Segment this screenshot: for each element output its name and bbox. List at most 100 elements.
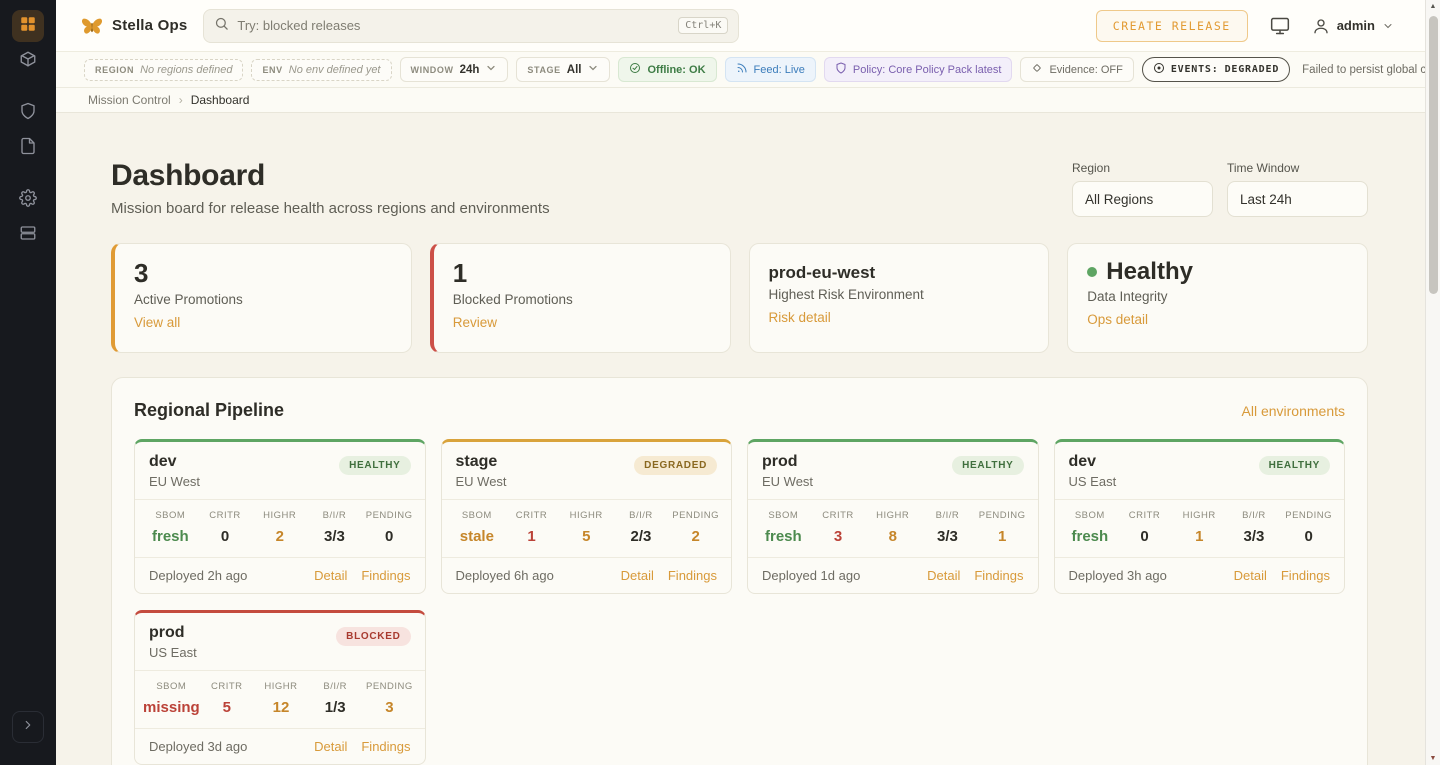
region-context-chip[interactable]: REGION No regions defined xyxy=(84,59,243,81)
findings-link[interactable]: Findings xyxy=(361,739,410,754)
user-menu[interactable]: admin xyxy=(1312,17,1394,35)
shield-icon xyxy=(835,62,847,77)
region-filter-select[interactable]: All Regions xyxy=(1072,181,1213,217)
env-card-dev-us-east: dev US East HEALTHY SBOMfresh CRITR0 HIG… xyxy=(1054,439,1346,594)
env-metrics: SBOMfresh CRITR3 HIGHR8 B/I/R3/3 PENDING… xyxy=(748,499,1038,558)
sidebar-item-releases[interactable] xyxy=(12,45,44,77)
search-input[interactable] xyxy=(237,18,670,33)
search-icon xyxy=(214,16,229,36)
time-window-filter-select[interactable]: Last 24h xyxy=(1227,181,1368,217)
metric-header: B/I/R xyxy=(1227,510,1282,521)
brand[interactable]: Stella Ops xyxy=(80,14,187,38)
all-environments-link[interactable]: All environments xyxy=(1242,403,1346,419)
metric-value-highr: 2 xyxy=(252,528,307,545)
app-root: Stella Ops Ctrl+K CREATE RELEASE admin R… xyxy=(0,0,1440,765)
metric-header: HIGHR xyxy=(254,681,308,692)
butterfly-logo-icon xyxy=(80,14,104,38)
env-card-foot: Deployed 1d ago Detail Findings xyxy=(748,558,1038,593)
policy-status-label: Policy: Core Policy Pack latest xyxy=(853,64,1002,76)
deployed-timestamp: Deployed 3d ago xyxy=(149,739,247,754)
blocked-promotions-value: 1 xyxy=(453,259,711,288)
sidebar-item-documents[interactable] xyxy=(12,132,44,164)
view-all-link[interactable]: View all xyxy=(134,315,180,330)
breadcrumb-mission-control[interactable]: Mission Control xyxy=(88,93,171,107)
environment-region: EU West xyxy=(149,474,200,489)
env-card-head: prod EU West HEALTHY xyxy=(748,442,1038,499)
window-context-chip[interactable]: WINDOW 24h xyxy=(400,57,509,82)
metric-value-sbom: stale xyxy=(450,528,505,545)
findings-link[interactable]: Findings xyxy=(974,568,1023,583)
detail-link[interactable]: Detail xyxy=(314,739,347,754)
env-metrics: SBOMstale CRITR1 HIGHR5 B/I/R2/3 PENDING… xyxy=(442,499,732,558)
env-metrics: SBOMfresh CRITR0 HIGHR1 B/I/R3/3 PENDING… xyxy=(1055,499,1345,558)
data-integrity-label: Data Integrity xyxy=(1087,289,1348,304)
metric-value-bir: 3/3 xyxy=(307,528,362,545)
metric-value-critr: 0 xyxy=(1117,528,1172,545)
metric-header: SBOM xyxy=(143,510,198,521)
evidence-status-chip[interactable]: Evidence: OFF xyxy=(1020,57,1133,82)
environment-region: EU West xyxy=(762,474,813,489)
policy-status-chip[interactable]: Policy: Core Policy Pack latest xyxy=(824,57,1013,82)
events-status-chip[interactable]: EVENTS: DEGRADED xyxy=(1142,57,1290,82)
metric-value-bir: 3/3 xyxy=(1227,528,1282,545)
global-search[interactable]: Ctrl+K xyxy=(203,9,739,43)
create-release-button[interactable]: CREATE RELEASE xyxy=(1096,10,1248,42)
sidebar-item-dashboard[interactable] xyxy=(12,10,44,42)
metric-value-sbom: missing xyxy=(143,699,200,716)
page-filters: Region All Regions Time Window Last 24h xyxy=(1072,161,1368,217)
time-window-filter: Time Window Last 24h xyxy=(1227,161,1368,217)
sidebar-item-security[interactable] xyxy=(12,97,44,129)
deployed-timestamp: Deployed 1d ago xyxy=(762,568,860,583)
env-card-foot: Deployed 2h ago Detail Findings xyxy=(135,558,425,593)
feed-status-chip[interactable]: Feed: Live xyxy=(725,57,816,82)
deployed-timestamp: Deployed 2h ago xyxy=(149,568,247,583)
monitor-icon[interactable] xyxy=(1270,16,1290,36)
page-scrollbar[interactable]: ▲ ▼ xyxy=(1425,0,1440,765)
breadcrumb-dashboard: Dashboard xyxy=(191,93,250,107)
blocked-promotions-label: Blocked Promotions xyxy=(453,292,711,307)
sidebar-item-infrastructure[interactable] xyxy=(12,219,44,251)
env-card-stage-eu-west: stage EU West DEGRADED SBOMstale CRITR1 … xyxy=(441,439,733,594)
env-card-head: dev EU West HEALTHY xyxy=(135,442,425,499)
findings-link[interactable]: Findings xyxy=(668,568,717,583)
detail-link[interactable]: Detail xyxy=(1234,568,1267,583)
findings-link[interactable]: Findings xyxy=(361,568,410,583)
main-column: Stella Ops Ctrl+K CREATE RELEASE admin R… xyxy=(56,0,1440,765)
metric-header: PENDING xyxy=(362,681,416,692)
scrollbar-thumb[interactable] xyxy=(1429,16,1438,294)
metric-header: SBOM xyxy=(1063,510,1118,521)
events-status-label: EVENTS: xyxy=(1171,64,1219,75)
stage-context-chip[interactable]: STAGE All xyxy=(516,57,610,82)
sidebar-expand-button[interactable] xyxy=(12,711,44,743)
status-badge: BLOCKED xyxy=(336,627,410,646)
context-bar: REGION No regions defined ENV No env def… xyxy=(56,52,1440,88)
env-card-head: dev US East HEALTHY xyxy=(1055,442,1345,499)
env-context-chip[interactable]: ENV No env defined yet xyxy=(251,59,391,81)
review-link[interactable]: Review xyxy=(453,315,497,330)
scroll-up-arrow[interactable]: ▲ xyxy=(1426,3,1440,10)
detail-link[interactable]: Detail xyxy=(621,568,654,583)
active-promotions-card: 3 Active Promotions View all xyxy=(111,243,412,353)
healthy-dot-icon xyxy=(1087,267,1097,277)
scroll-down-arrow[interactable]: ▼ xyxy=(1426,755,1440,762)
findings-link[interactable]: Findings xyxy=(1281,568,1330,583)
ops-detail-link[interactable]: Ops detail xyxy=(1087,312,1148,327)
sidebar-item-settings[interactable] xyxy=(12,184,44,216)
offline-status-label: Offline: OK xyxy=(647,64,705,76)
environment-region: US East xyxy=(149,645,197,660)
risk-detail-link[interactable]: Risk detail xyxy=(769,310,831,325)
detail-link[interactable]: Detail xyxy=(314,568,347,583)
regional-pipeline-section: Regional Pipeline All environments dev E… xyxy=(111,377,1368,765)
gear-icon xyxy=(19,189,37,212)
offline-status-chip[interactable]: Offline: OK xyxy=(618,57,716,82)
metric-header: PENDING xyxy=(975,510,1030,521)
metric-value-critr: 5 xyxy=(200,699,254,716)
detail-link[interactable]: Detail xyxy=(927,568,960,583)
deployed-timestamp: Deployed 3h ago xyxy=(1069,568,1167,583)
page-content: Dashboard Mission board for release heal… xyxy=(56,113,1440,765)
data-integrity-value: Healthy xyxy=(1087,259,1348,285)
summary-row: 3 Active Promotions View all 1 Blocked P… xyxy=(111,243,1368,353)
check-circle-icon xyxy=(629,62,641,77)
metric-header: HIGHR xyxy=(1172,510,1227,521)
feed-status-label: Feed: Live xyxy=(754,64,805,76)
